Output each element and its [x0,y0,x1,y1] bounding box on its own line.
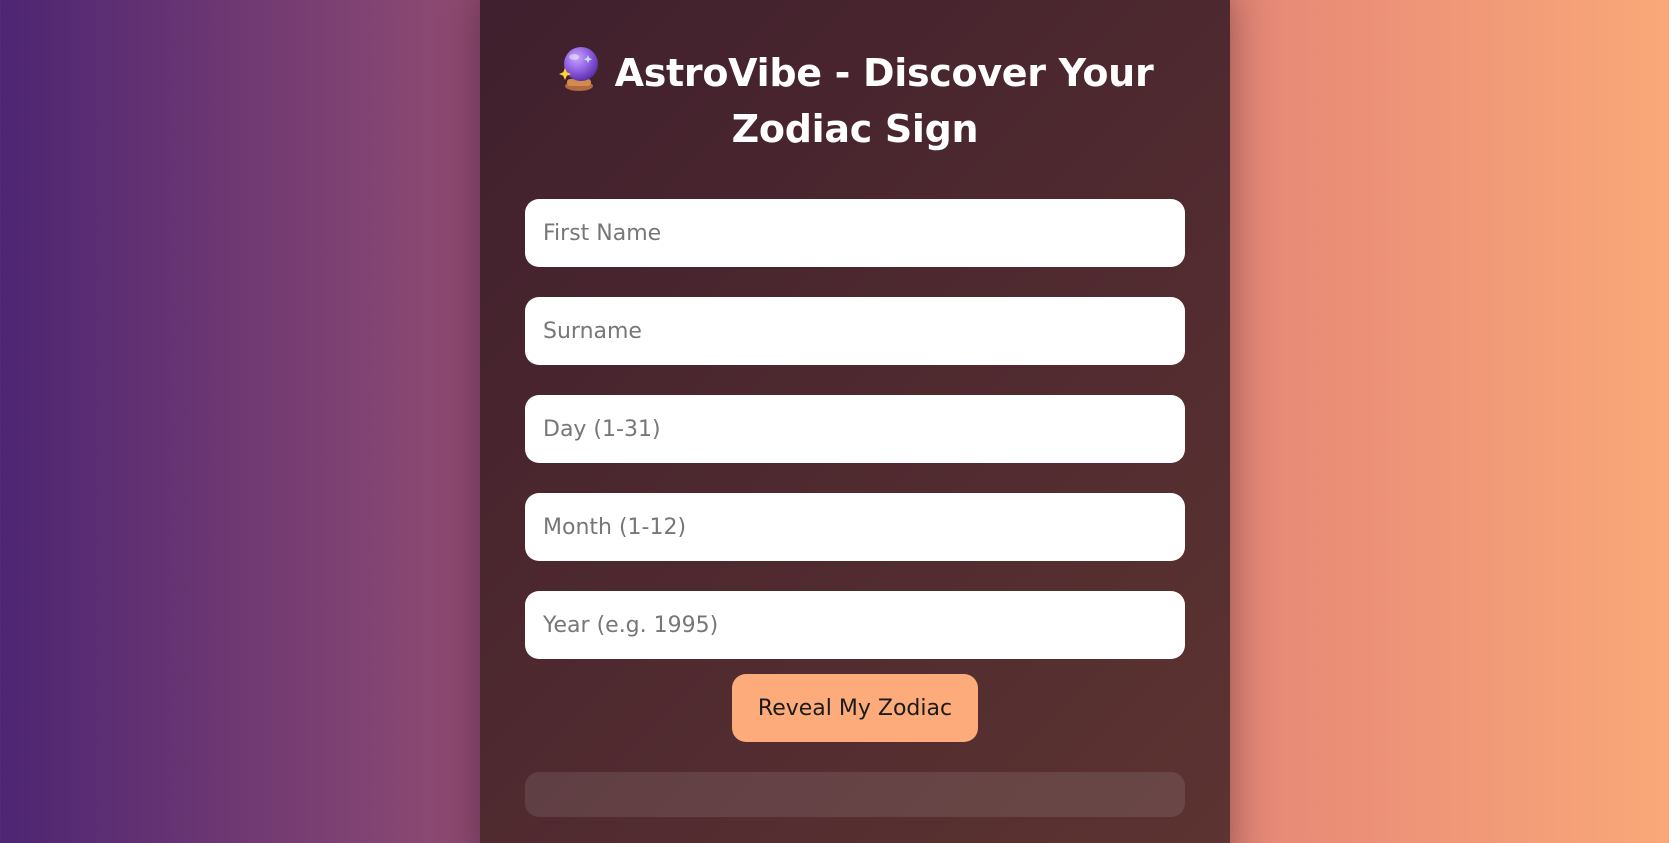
zodiac-card: AstroVibe - Discover Your Zodiac Sign Re… [480,0,1230,843]
reveal-zodiac-button[interactable]: Reveal My Zodiac [732,674,978,742]
year-input[interactable] [525,591,1185,659]
crystal-ball-icon [558,47,598,91]
first-name-input[interactable] [525,199,1185,267]
surname-input[interactable] [525,297,1185,365]
title-line-1: AstroVibe - Discover Your [480,44,1230,101]
month-input[interactable] [525,493,1185,561]
title-text-line-1: AstroVibe - Discover Your [614,51,1154,95]
title-text-line-2: Zodiac Sign [731,107,979,151]
day-input[interactable] [525,395,1185,463]
page-title: AstroVibe - Discover Your Zodiac Sign [480,44,1230,157]
result-panel [525,772,1185,817]
